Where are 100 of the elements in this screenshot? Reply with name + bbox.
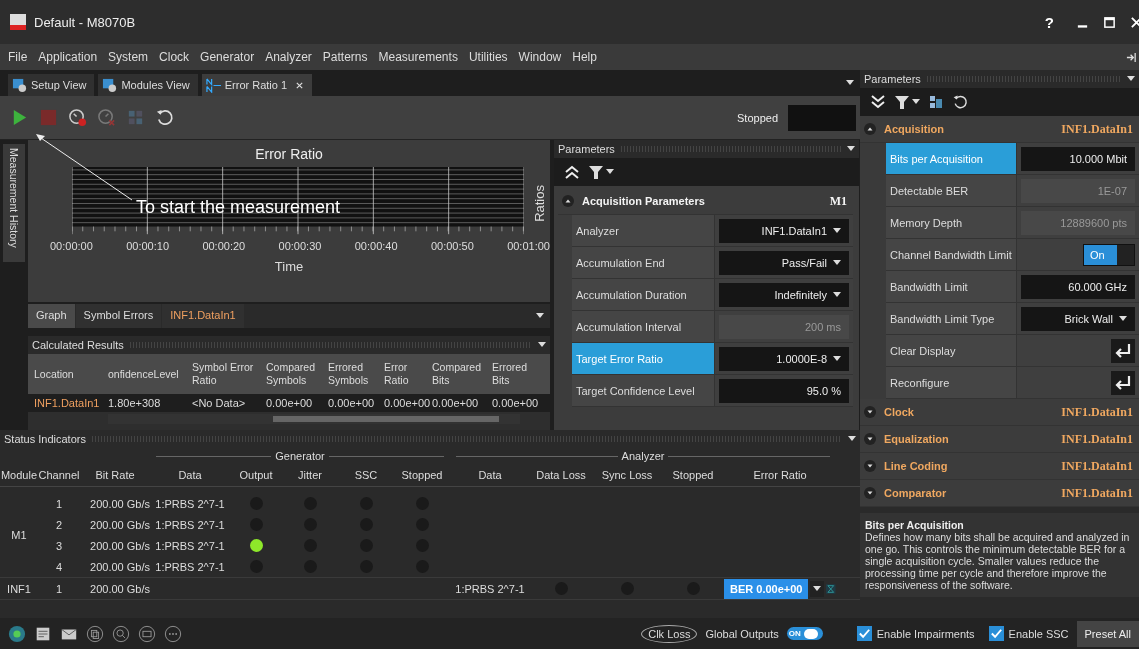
expand-icon[interactable]	[870, 94, 886, 110]
column-header: Data Loss	[535, 469, 587, 481]
screen-icon[interactable]	[138, 624, 156, 643]
caret-icon[interactable]	[847, 146, 855, 152]
section-title[interactable]: Acquisition	[884, 123, 944, 135]
menu-item[interactable]: Measurements	[378, 50, 458, 64]
section-title[interactable]: Comparator	[884, 487, 947, 499]
caret-icon[interactable]	[606, 169, 614, 175]
caret-icon[interactable]	[846, 80, 854, 86]
filter-icon[interactable]	[588, 164, 604, 180]
parameter-label: Analyzer	[572, 215, 715, 246]
help-button[interactable]: ?	[1044, 13, 1054, 31]
maximize-icon[interactable]	[1103, 15, 1116, 29]
collapse-icon[interactable]	[564, 164, 580, 180]
checkbox-label[interactable]: Enable Impairments	[876, 627, 975, 640]
close-icon[interactable]	[295, 80, 305, 90]
column-header: Errored Symbols	[328, 361, 370, 387]
collapse-icon[interactable]	[864, 123, 876, 135]
group-header: Analyzer	[456, 449, 830, 463]
dropdown[interactable]: Indefinitely	[719, 282, 849, 307]
filter-icon[interactable]	[894, 94, 910, 110]
menu-item[interactable]: Patterns	[322, 50, 368, 64]
module-label: M1	[10, 529, 28, 541]
expand-icon[interactable]	[864, 433, 876, 445]
dropdown[interactable]: INF1.DataIn1	[719, 218, 849, 243]
menu-item[interactable]: Help	[572, 50, 597, 64]
menu-item[interactable]: Analyzer	[265, 50, 312, 64]
table-cell-text: 200.00 Gb/s	[89, 582, 150, 595]
caret-icon[interactable]	[912, 99, 920, 105]
table-cell-text: 1:PRBS 2^7-1	[154, 518, 226, 531]
expand-icon[interactable]	[864, 460, 876, 472]
caret-icon[interactable]	[848, 436, 856, 442]
parameter-label: Memory Depth	[886, 207, 1017, 238]
group-header: Generator	[156, 449, 444, 463]
input-field[interactable]: 10.000 Mbit	[1021, 146, 1135, 171]
refresh-icon[interactable]	[155, 108, 174, 127]
checkbox-label[interactable]: Enable SSC	[1008, 627, 1069, 640]
panel-title: Status Indicators	[4, 433, 86, 445]
enter-icon[interactable]	[1111, 370, 1135, 395]
record-icon[interactable]	[8, 624, 26, 643]
timer-icon[interactable]	[68, 108, 87, 127]
dropdown-button[interactable]	[810, 580, 825, 597]
pages-icon[interactable]	[86, 624, 104, 643]
close-icon[interactable]	[1130, 15, 1139, 29]
parameter-label: Bandwidth Limit	[886, 271, 1017, 302]
search-icon[interactable]	[112, 624, 130, 643]
column-header: Bit Rate	[94, 469, 136, 481]
section-title[interactable]: Equalization	[884, 433, 949, 445]
table-cell-text: 1:PRBS 2^7-1	[154, 560, 226, 573]
table-cell-text: 200.00 Gb/s	[89, 497, 150, 510]
tab[interactable]: Modules View	[98, 74, 198, 96]
panel-title: Calculated Results	[32, 339, 124, 351]
input-field[interactable]: 60.000 GHz	[1021, 274, 1135, 299]
tick-label: 00:00:00	[50, 240, 93, 252]
checkbox[interactable]	[856, 626, 872, 641]
grid-icon[interactable]	[928, 94, 944, 110]
parameter-label: Bits per Acquisition	[886, 143, 1017, 174]
enter-icon[interactable]	[1111, 338, 1135, 363]
table-cell-text: 1	[54, 582, 64, 595]
refresh-icon[interactable]	[952, 94, 968, 110]
pin-icon[interactable]	[1126, 51, 1137, 63]
menu-item[interactable]: Application	[38, 50, 98, 64]
tab[interactable]: INF1.DataIn1	[162, 304, 244, 328]
more-icon[interactable]	[164, 624, 182, 643]
readonly-field: 12889600 pts	[1021, 210, 1135, 235]
table-cell-text: INF1.DataIn1	[34, 397, 101, 409]
menu-item[interactable]: Generator	[200, 50, 255, 64]
dropdown[interactable]: 1.0000E-8	[719, 346, 849, 371]
collapse-icon[interactable]	[562, 195, 574, 207]
caret-icon[interactable]	[1127, 76, 1135, 82]
tab[interactable]: Symbol Errors	[75, 304, 162, 328]
tick-label: 00:00:50	[430, 240, 474, 252]
caret-icon[interactable]	[536, 313, 544, 319]
dropdown[interactable]: Brick Wall	[1021, 306, 1135, 331]
tab[interactable]: Setup View	[8, 74, 95, 96]
readonly-field: 200 ms	[719, 314, 849, 339]
section-title[interactable]: Clock	[884, 406, 914, 418]
parameter-label: Target Error Ratio	[572, 343, 715, 374]
column-header: Errored Bits	[492, 361, 528, 387]
column-header: Compared Symbols	[266, 361, 317, 387]
expand-icon[interactable]	[864, 487, 876, 499]
section-title[interactable]: Line Coding	[884, 460, 948, 472]
dropdown[interactable]: Pass/Fail	[719, 250, 849, 275]
menu-item[interactable]: System	[108, 50, 149, 64]
menu-item[interactable]: Clock	[159, 50, 190, 64]
expand-icon[interactable]	[864, 406, 876, 418]
input-field[interactable]: 95.0 %	[719, 378, 849, 403]
menu-item[interactable]: Utilities	[468, 50, 508, 64]
preset-button[interactable]: Preset All	[1076, 620, 1139, 647]
side-tab[interactable]: Measurement History	[3, 144, 25, 262]
app-icon	[10, 14, 26, 30]
menu-item[interactable]: File	[8, 50, 28, 64]
tab[interactable]: Graph	[28, 304, 75, 328]
scrollbar[interactable]	[108, 414, 520, 424]
tab[interactable]: Error Ratio 1	[201, 74, 313, 96]
menu-item[interactable]: Window	[518, 50, 562, 64]
checkbox[interactable]	[988, 626, 1004, 641]
ratio-icon	[205, 77, 221, 93]
section-title: Acquisition Parameters	[582, 195, 705, 207]
caret-icon[interactable]	[538, 342, 546, 348]
